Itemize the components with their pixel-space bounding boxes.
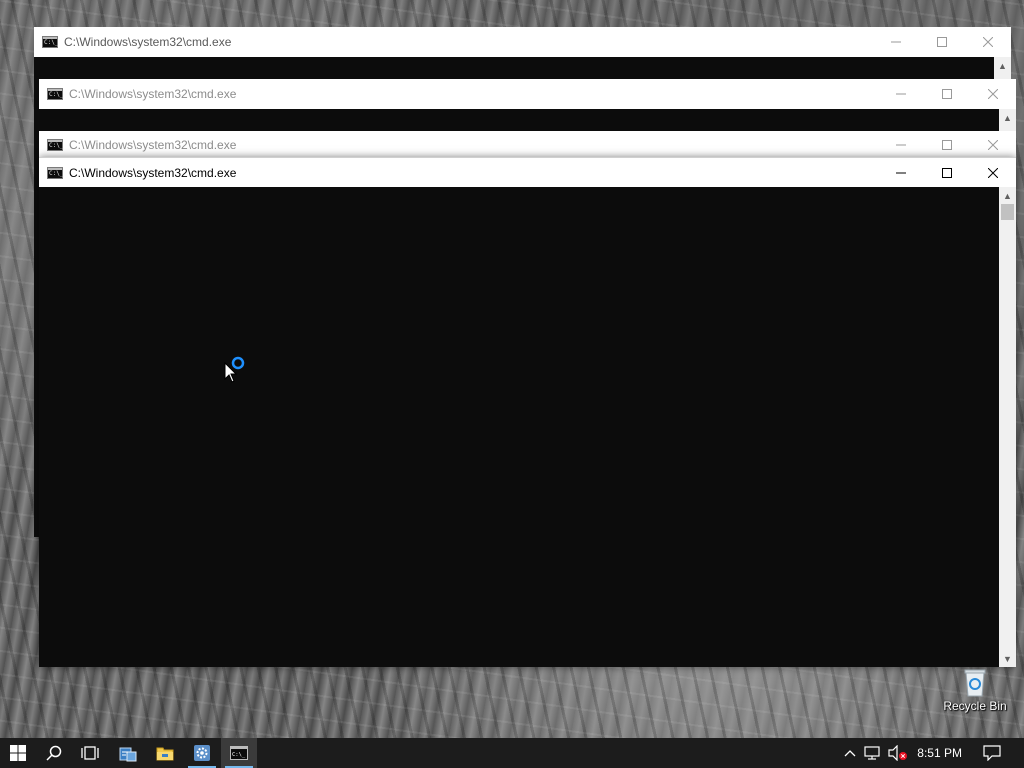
search-button[interactable]	[36, 738, 72, 768]
window-title: C:\Windows\system32\cmd.exe	[64, 35, 232, 49]
minimize-button[interactable]	[878, 131, 924, 159]
close-button[interactable]	[965, 27, 1011, 57]
title-bar[interactable]: C:\Windows\system32\cmd.exe	[39, 157, 1016, 187]
recycle-bin[interactable]: Recycle Bin	[940, 664, 1010, 716]
taskbar-cmd[interactable]: C:\_	[221, 738, 257, 768]
action-center-button[interactable]	[978, 738, 1006, 768]
action-center-icon	[983, 745, 1001, 761]
volume-button[interactable]	[886, 738, 910, 768]
close-button[interactable]	[970, 131, 1016, 159]
taskbar-server-manager[interactable]	[110, 738, 146, 768]
server-manager-icon	[119, 747, 137, 762]
cmd-icon	[47, 139, 63, 151]
busy-cursor-icon	[224, 356, 245, 383]
file-explorer-icon	[156, 747, 174, 761]
settings-app-icon	[194, 745, 210, 761]
title-bar[interactable]: C:\Windows\system32\cmd.exe	[39, 79, 1016, 109]
cmd-app-icon: C:\_	[230, 746, 248, 760]
window-title: C:\Windows\system32\cmd.exe	[69, 87, 237, 101]
chevron-up-icon	[844, 750, 856, 757]
window-title: C:\Windows\system32\cmd.exe	[69, 165, 237, 180]
scrollbar-thumb[interactable]	[1001, 204, 1014, 220]
cmd-icon	[42, 36, 58, 48]
cmd-icon	[47, 88, 63, 100]
cmd-icon	[47, 166, 63, 179]
scroll-up-arrow[interactable]: ▲	[999, 109, 1016, 126]
console-area[interactable]	[39, 187, 999, 667]
scrollbar[interactable]: ▲ ▼	[999, 187, 1016, 667]
recycle-bin-label: Recycle Bin	[943, 699, 1007, 713]
minimize-button[interactable]	[878, 158, 924, 188]
title-bar[interactable]: C:\Windows\system32\cmd.exe	[34, 27, 1011, 57]
task-view-button[interactable]	[72, 738, 108, 768]
minimize-button[interactable]	[873, 27, 919, 57]
taskbar-clock[interactable]: 8:51 PM	[917, 738, 962, 768]
start-button[interactable]	[0, 738, 36, 768]
search-icon	[46, 745, 62, 761]
maximize-button[interactable]	[924, 158, 970, 188]
scroll-up-arrow[interactable]: ▲	[994, 57, 1011, 74]
taskbar-file-explorer[interactable]	[147, 738, 183, 768]
maximize-button[interactable]	[924, 131, 970, 159]
cmd-window-active[interactable]: C:\Windows\system32\cmd.exe ▲ ▼	[39, 157, 1016, 667]
minimize-button[interactable]	[878, 79, 924, 109]
close-button[interactable]	[970, 158, 1016, 188]
svg-text:C:\_: C:\_	[232, 752, 246, 758]
title-bar[interactable]: C:\Windows\system32\cmd.exe	[39, 131, 1016, 159]
windows-start-icon	[10, 745, 26, 761]
network-icon	[864, 746, 880, 760]
maximize-button[interactable]	[924, 79, 970, 109]
close-button[interactable]	[970, 79, 1016, 109]
tray-overflow-button[interactable]	[840, 738, 860, 768]
network-button[interactable]	[862, 738, 884, 768]
taskbar-settings[interactable]	[184, 738, 220, 768]
scroll-up-arrow[interactable]: ▲	[999, 187, 1016, 204]
window-title: C:\Windows\system32\cmd.exe	[69, 138, 237, 152]
task-view-icon	[81, 746, 99, 760]
maximize-button[interactable]	[919, 27, 965, 57]
taskbar: C:\_ 8:51 PM	[0, 738, 1024, 768]
recycle-bin-icon	[964, 669, 986, 697]
volume-muted-icon	[888, 745, 907, 761]
